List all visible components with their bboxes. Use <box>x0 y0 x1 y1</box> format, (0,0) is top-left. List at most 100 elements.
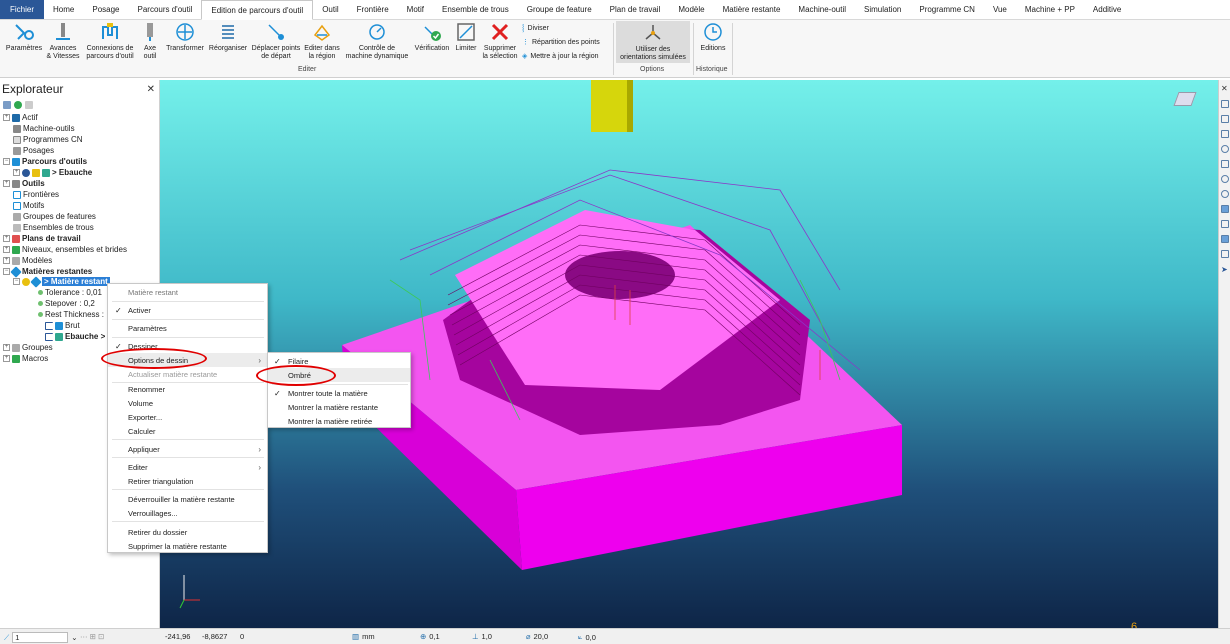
repartition-points-button[interactable]: ⋮ Répartition des points <box>522 38 614 47</box>
tab-ensemble-trous[interactable]: Ensemble de trous <box>433 0 518 19</box>
tree-item-machine-outils[interactable]: Machine-outils <box>13 123 75 134</box>
menu-item-verrouillages[interactable]: Verrouillages... <box>108 506 267 520</box>
tree-item-ensembles-trous[interactable]: Ensembles de trous <box>13 222 94 233</box>
units-display[interactable]: ▥ mm <box>352 632 375 641</box>
tree-item-groupes[interactable]: + Groupes <box>3 342 53 353</box>
close-icon[interactable]: ✕ <box>1221 84 1229 93</box>
annotation-highlight-options <box>101 348 207 369</box>
tab-vue[interactable]: Vue <box>984 0 1016 19</box>
view-iso-icon[interactable] <box>1221 130 1229 138</box>
shaded-icon[interactable] <box>1221 205 1229 213</box>
tree-item-plans-travail[interactable]: + Plans de travail <box>3 233 81 244</box>
menu-item-renommer[interactable]: Renommer <box>108 382 267 396</box>
param-tolerance: Tolerance : 0,01 <box>38 287 102 298</box>
tree-item-modeles[interactable]: + Modèles <box>3 255 52 266</box>
tab-matiere-restante[interactable]: Matière restante <box>714 0 790 19</box>
editer-region-button[interactable]: Editer dans la région <box>303 21 341 61</box>
thickness-field[interactable]: ⊥ 1,0 <box>472 632 492 641</box>
tab-plan-travail[interactable]: Plan de travail <box>601 0 670 19</box>
tab-frontiere[interactable]: Frontière <box>348 0 398 19</box>
zoom-fit-icon[interactable] <box>1221 160 1229 168</box>
deplacer-points-icon <box>268 24 284 40</box>
tree-item-brut[interactable]: Brut <box>45 320 80 331</box>
tab-home[interactable]: Home <box>44 0 83 19</box>
tolerance-field[interactable]: ⊕ 0,1 <box>420 632 440 641</box>
tree-item-macros[interactable]: + Macros <box>3 353 48 364</box>
close-icon[interactable]: ✕ <box>147 84 155 95</box>
tab-machine-pp[interactable]: Machine + PP <box>1016 0 1084 19</box>
tree-item-ebauche[interactable]: + > Ebauche <box>13 167 92 178</box>
zoom-icon[interactable] <box>1221 145 1229 153</box>
menu-item-parametres[interactable]: Paramètres <box>108 321 267 335</box>
menu-item-retirer-triangulation[interactable]: Retirer triangulation <box>108 474 267 488</box>
chevron-down-icon: ⌄ <box>71 633 78 642</box>
limiter-button[interactable]: Limiter <box>453 21 479 53</box>
reorganiser-button[interactable]: Réorganiser <box>207 21 249 53</box>
verification-button[interactable]: Vérification <box>412 21 452 53</box>
tab-posage[interactable]: Posage <box>83 0 128 19</box>
tree-item-parcours-outils[interactable]: − Parcours d'outils <box>3 156 87 167</box>
repartition-icon: ⋮ <box>522 39 529 46</box>
transformer-button[interactable]: Transformer <box>164 21 206 53</box>
connexions-button[interactable]: Connexions de parcours d'outil <box>84 21 136 61</box>
utiliser-orientations-button[interactable]: Utiliser des orientations simulées <box>616 21 690 63</box>
delete-icon[interactable] <box>25 101 33 109</box>
submenu-item-toute-matiere[interactable]: ✓ Montrer toute la matière <box>268 386 410 400</box>
tab-groupe-feature[interactable]: Groupe de feature <box>518 0 601 19</box>
tree-item-actif[interactable]: + Actif <box>3 112 38 123</box>
workplane-selector[interactable]: ⟋ 1 ⌄ <box>4 632 78 643</box>
parametres-button[interactable]: Paramètres <box>6 21 42 53</box>
tree-item-outils[interactable]: + Outils <box>3 178 45 189</box>
menu-item-retirer-dossier[interactable]: Retirer du dossier <box>108 525 267 539</box>
tab-motif[interactable]: Motif <box>398 0 433 19</box>
menu-item-supprimer[interactable]: Supprimer la matière restante <box>108 539 267 553</box>
tab-parcours-outil[interactable]: Parcours d'outil <box>129 0 202 19</box>
tab-additive[interactable]: Additive <box>1084 0 1130 19</box>
view-top-icon[interactable] <box>1221 115 1229 123</box>
tab-machine-outil[interactable]: Machine-outil <box>789 0 855 19</box>
zoom-in-icon[interactable] <box>1221 175 1229 183</box>
tree-item-matiere-restant[interactable]: − > Matière restant <box>13 275 110 288</box>
tree-item-motifs[interactable]: Motifs <box>13 200 44 211</box>
transparency-icon[interactable] <box>1221 235 1229 243</box>
mettre-jour-region-button[interactable]: ◈ Mettre à jour la région <box>522 52 614 61</box>
view-front-icon[interactable] <box>1221 100 1229 108</box>
deplacer-points-button[interactable]: Déplacer points de départ <box>250 21 302 61</box>
tab-outil[interactable]: Outil <box>313 0 347 19</box>
tab-edition-parcours[interactable]: Edition de parcours d'outil <box>201 0 314 20</box>
editions-button[interactable]: Editions <box>697 21 729 53</box>
menu-item-calculer[interactable]: Calculer <box>108 424 267 438</box>
cursor-icon[interactable]: ➤ <box>1221 265 1229 274</box>
controle-machine-button[interactable]: Contrôle de machine dynamique <box>343 21 411 61</box>
tree-item-programmes-cn[interactable]: Programmes CN <box>13 134 83 145</box>
diameter-field[interactable]: ⌀ 20,0 <box>526 632 548 641</box>
tab-modele[interactable]: Modèle <box>669 0 713 19</box>
menu-item-activer[interactable]: ✓ Activer <box>108 303 267 317</box>
axe-outil-button[interactable]: Axe outil <box>138 21 162 61</box>
tree-item-posages[interactable]: Posages <box>13 145 54 156</box>
diviser-button[interactable]: ⸾ Diviser <box>522 24 614 33</box>
angle-field[interactable]: ⟀ 0,0 <box>578 632 596 642</box>
tree-icon[interactable] <box>3 101 11 109</box>
section-icon[interactable] <box>1221 250 1229 258</box>
zoom-out-icon[interactable] <box>1221 190 1229 198</box>
tree-item-niveaux[interactable]: + Niveaux, ensembles et brides <box>3 244 127 255</box>
tree-item-frontieres[interactable]: Frontières <box>13 189 59 200</box>
tab-programme-cn[interactable]: Programme CN <box>910 0 984 19</box>
submenu-item-matiere-restante[interactable]: Montrer la matière restante <box>268 400 410 414</box>
menu-item-exporter[interactable]: Exporter... <box>108 410 267 424</box>
menu-item-deverrouiller[interactable]: Déverrouiller la matière restante <box>108 492 267 506</box>
submenu-item-matiere-retiree[interactable]: Montrer la matière retirée <box>268 414 410 428</box>
tab-fichier[interactable]: Fichier <box>0 0 45 19</box>
tree-item-ebauche-ref[interactable]: Ebauche > <box>45 331 105 342</box>
menu-item-editer[interactable]: Editer › <box>108 460 267 474</box>
menu-item-appliquer[interactable]: Appliquer › <box>108 442 267 456</box>
tab-simulation[interactable]: Simulation <box>855 0 910 19</box>
avances-vitesses-button[interactable]: Avances & Vitesses <box>45 21 81 61</box>
wireframe-icon[interactable] <box>1221 220 1229 228</box>
supprimer-selection-button[interactable]: Supprimer la sélection <box>480 21 520 61</box>
tree-item-groupes-features[interactable]: Groupes de features <box>13 211 96 222</box>
menu-item-volume[interactable]: Volume <box>108 396 267 410</box>
add-icon[interactable] <box>14 101 22 109</box>
menu-separator <box>112 457 264 458</box>
